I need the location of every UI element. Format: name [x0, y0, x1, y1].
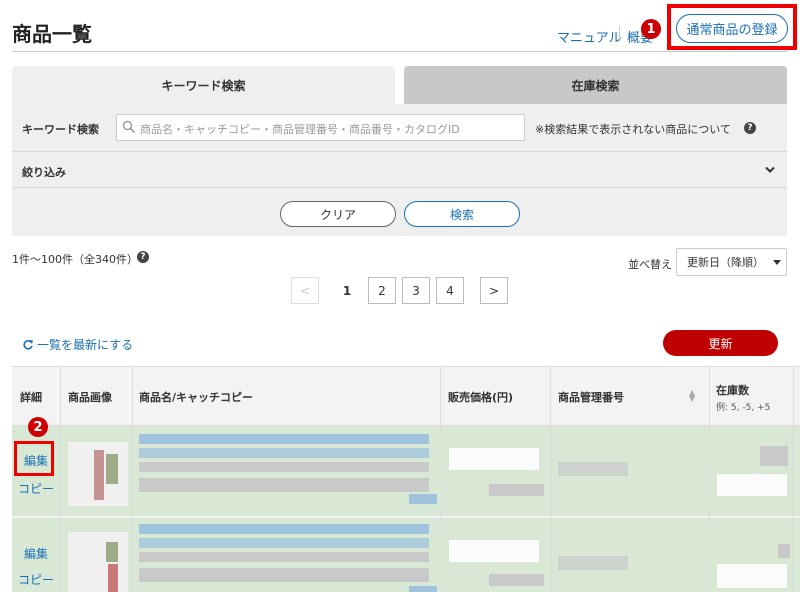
manual-link[interactable]: マニュアル: [557, 27, 622, 46]
search-placeholder: 商品名・キャッチコピー・商品管理番号・商品番号・カタログID: [140, 123, 460, 136]
pagination-page-current: 1: [333, 277, 361, 304]
panel-divider: [12, 151, 787, 152]
column-divider: [709, 366, 710, 592]
blurred-product-name[interactable]: [139, 434, 429, 444]
column-divider: [440, 366, 441, 592]
pagination-page[interactable]: 2: [368, 277, 396, 304]
header-separator: [619, 26, 620, 42]
column-divider: [550, 366, 551, 592]
panel-divider: [12, 187, 787, 188]
product-thumbnail[interactable]: [68, 442, 128, 506]
column-header-price: 販売価格(円): [448, 391, 514, 404]
refresh-list-label: 一覧を最新にする: [37, 338, 134, 352]
hidden-products-note-link[interactable]: ※検索結果で表示されない商品について: [535, 121, 731, 137]
chevron-down-icon[interactable]: [764, 166, 776, 174]
page-title: 商品一覧: [12, 22, 92, 46]
blurred-catch-copy: [139, 478, 429, 492]
blurred-management-number: [558, 556, 628, 570]
blurred-stock-value: [778, 544, 790, 558]
pagination-page[interactable]: 3: [402, 277, 430, 304]
blurred-product-name[interactable]: [139, 524, 429, 534]
search-icon: [122, 120, 136, 134]
copy-link[interactable]: コピー: [18, 571, 54, 588]
table-header: [12, 366, 800, 426]
column-header-detail: 詳細: [20, 391, 42, 404]
register-product-button[interactable]: 通常商品の登録: [676, 14, 788, 43]
column-divider: [793, 366, 794, 592]
caret-down-icon: [773, 260, 781, 265]
pagination-prev[interactable]: <: [291, 277, 319, 304]
keyword-label: キーワード検索: [22, 123, 99, 136]
blurred-link[interactable]: [409, 494, 437, 504]
header-divider: [12, 51, 788, 52]
column-divider: [60, 366, 61, 592]
step-badge-2: 2: [28, 417, 48, 437]
blurred-management-number: [558, 462, 628, 476]
product-thumbnail[interactable]: [68, 532, 128, 592]
blurred-product-name: [139, 448, 429, 458]
blurred-link[interactable]: [409, 586, 437, 592]
refresh-icon: [23, 339, 33, 350]
stock-format-hint: 例: 5, -5, +5: [716, 403, 771, 413]
blurred-price: [449, 540, 539, 562]
column-header-image: 商品画像: [68, 391, 112, 404]
tab-stock-search[interactable]: 在庫検索: [404, 66, 787, 104]
column-header-stock: 在庫数: [716, 384, 749, 397]
blurred-price-sub: [489, 574, 544, 586]
pagination-next[interactable]: >: [480, 277, 508, 304]
search-button[interactable]: 検索: [404, 201, 520, 227]
refresh-list-link[interactable]: 一覧を最新にする: [22, 336, 133, 353]
pagination-page[interactable]: 4: [436, 277, 464, 304]
blurred-price: [449, 448, 539, 470]
column-divider: [132, 366, 133, 592]
blurred-catch-copy: [139, 568, 429, 582]
stock-input[interactable]: [717, 474, 787, 496]
result-count: 1件〜100件（全340件）: [12, 253, 138, 266]
edit-link[interactable]: 編集: [24, 452, 48, 469]
edit-link[interactable]: 編集: [24, 545, 48, 562]
copy-link[interactable]: コピー: [18, 480, 54, 497]
update-button[interactable]: 更新: [663, 330, 778, 356]
clear-button[interactable]: クリア: [280, 201, 396, 227]
tab-keyword-search[interactable]: キーワード検索: [12, 66, 395, 104]
blurred-stock-value: [760, 446, 788, 466]
blurred-product-name: [139, 538, 429, 548]
stock-input[interactable]: [717, 564, 787, 588]
help-icon[interactable]: ?: [744, 122, 756, 134]
help-icon[interactable]: ?: [137, 251, 149, 263]
column-header-management-number[interactable]: 商品管理番号: [558, 389, 624, 405]
sort-select[interactable]: 更新日（降順）: [676, 248, 787, 276]
filter-toggle-label[interactable]: 絞り込み: [22, 164, 66, 180]
sort-label: 並べ替え: [628, 258, 672, 271]
blurred-catch-copy: [139, 462, 429, 472]
column-header-name: 商品名/キャッチコピー: [139, 391, 254, 404]
sort-arrows-icon[interactable]: ▲ ▼: [689, 389, 695, 403]
blurred-price-sub: [489, 484, 544, 496]
blurred-catch-copy: [139, 552, 429, 562]
step-badge-1: 1: [641, 19, 661, 39]
